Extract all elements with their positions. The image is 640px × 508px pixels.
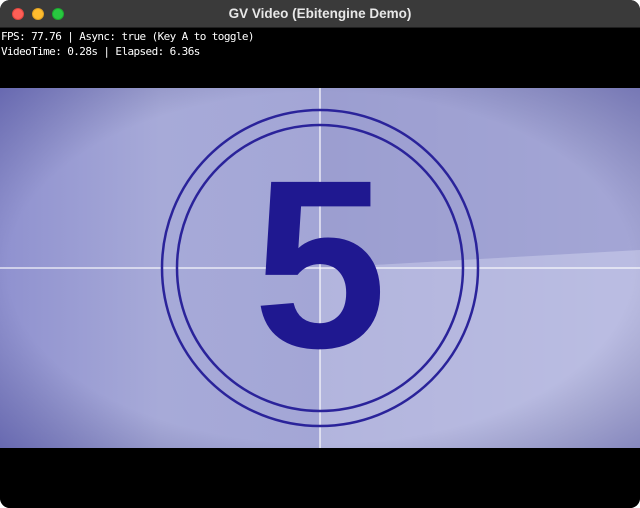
fps-debug-text: FPS: 77.76 | Async: true (Key A to toggl… (1, 30, 255, 43)
title-bar[interactable]: GV Video (Ebitengine Demo) (0, 0, 640, 28)
window-title: GV Video (Ebitengine Demo) (228, 6, 412, 21)
game-canvas[interactable]: FPS: 77.76 | Async: true (Key A to toggl… (0, 28, 640, 508)
app-window: GV Video (Ebitengine Demo) FPS: 77.76 | … (0, 0, 640, 508)
video-time-debug-text: VideoTime: 0.28s | Elapsed: 6.36s (1, 45, 200, 58)
countdown-digit: 5 (253, 130, 387, 398)
video-frame: 5 (0, 88, 640, 448)
